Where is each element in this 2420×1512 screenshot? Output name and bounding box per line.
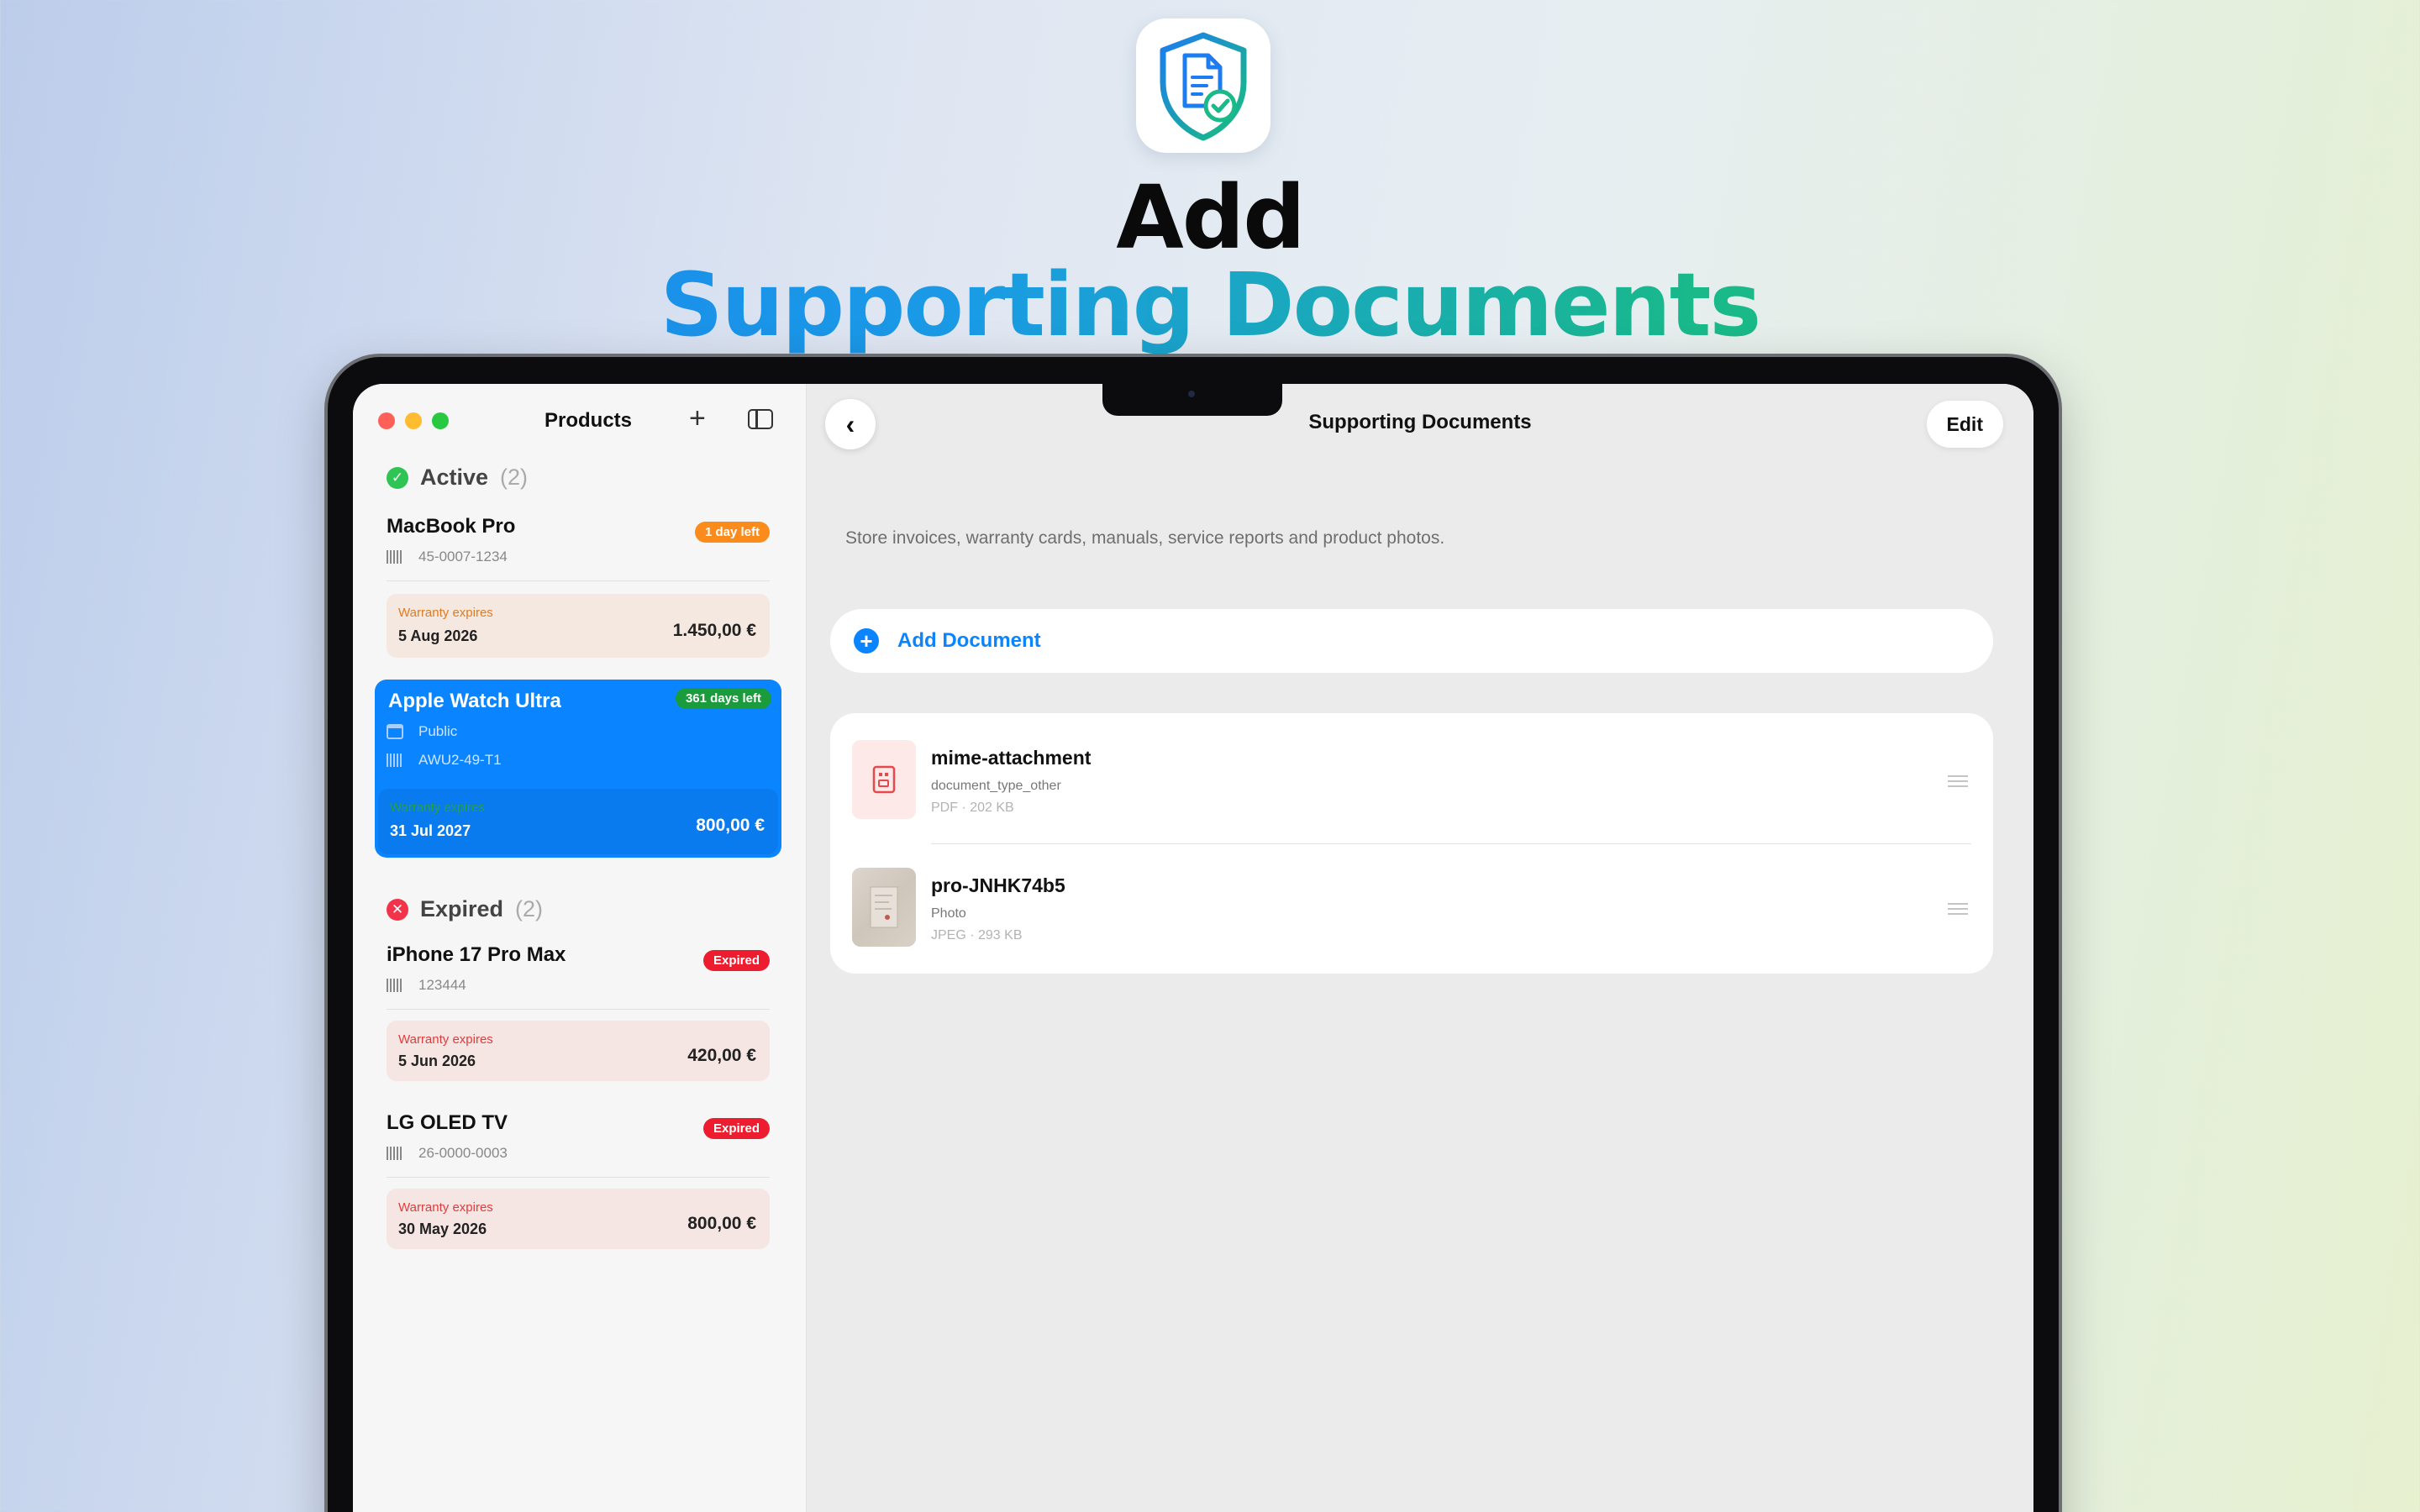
product-code-line: 123444 [387, 977, 466, 994]
camera-icon [1188, 391, 1195, 397]
section-label: Expired [420, 896, 504, 921]
sidebar-title: Products [544, 409, 633, 432]
product-code: 45-0007-1234 [418, 549, 508, 564]
product-price: 1.450,00 € [672, 621, 756, 640]
sidebar-toggle-icon[interactable] [748, 409, 773, 429]
document-list: mime-attachment document_type_other PDF … [830, 713, 1993, 974]
detail-pane: ‹ Supporting Documents Edit Store invoic… [807, 384, 2033, 1512]
document-meta: JPEG · 293 KB [931, 928, 1023, 942]
drag-handle-icon[interactable] [1948, 903, 1968, 915]
sidebar: Products + ✓ Active (2) MacBook Pro 1 da… [353, 384, 807, 1512]
plus-circle-icon: + [854, 628, 879, 654]
product-code-line: 26-0000-0003 [387, 1145, 508, 1162]
divider [387, 1177, 770, 1178]
product-price: 800,00 € [687, 1214, 756, 1233]
product-name: Apple Watch Ultra [388, 690, 561, 712]
document-name: mime-attachment [931, 747, 1092, 769]
document-meta: PDF · 202 KB [931, 801, 1014, 815]
product-code-line: AWU2-49-T1 [387, 752, 502, 769]
product-name: MacBook Pro [387, 515, 516, 538]
status-badge: Expired [702, 950, 770, 971]
add-document-button[interactable]: + Add Document [830, 609, 1993, 673]
product-price: 800,00 € [696, 816, 765, 835]
add-product-button[interactable]: + [689, 402, 706, 435]
product-code: 123444 [418, 977, 466, 993]
drag-handle-icon[interactable] [1948, 775, 1968, 787]
camera-notch [1102, 384, 1282, 416]
warranty-date: 5 Jun 2026 [398, 1053, 476, 1069]
status-badge: Expired [702, 1118, 770, 1139]
window-controls [378, 412, 449, 429]
document-row[interactable]: pro-JNHK74b5 Photo JPEG · 293 KB [852, 846, 1971, 972]
warranty-box: Warranty expires 5 Jun 2026 420,00 € [387, 1021, 770, 1081]
edit-button[interactable]: Edit [1926, 401, 2003, 448]
section-expired: ✕ Expired (2) [387, 896, 543, 922]
zoom-window-button[interactable] [432, 412, 449, 429]
warranty-date: 31 Jul 2027 [390, 822, 471, 839]
x-circle-icon: ✕ [387, 898, 408, 921]
document-type: document_type_other [931, 779, 1061, 793]
section-count: (2) [515, 896, 544, 921]
section-active: ✓ Active (2) [387, 465, 528, 491]
product-visibility: Public [418, 723, 458, 739]
product-card-macbook-pro[interactable]: MacBook Pro 1 day left 45-0007-1234 Warr… [375, 515, 781, 666]
product-price: 420,00 € [687, 1046, 756, 1065]
shield-document-check-icon [1160, 32, 1247, 141]
add-document-label: Add Document [897, 629, 1041, 652]
barcode-icon [387, 1147, 403, 1160]
helper-text: Store invoices, warranty cards, manuals,… [845, 528, 1445, 548]
calendar-icon [387, 724, 403, 739]
product-code: AWU2-49-T1 [418, 752, 502, 768]
divider [387, 580, 770, 581]
close-window-button[interactable] [378, 412, 395, 429]
product-name: LG OLED TV [387, 1111, 508, 1134]
warranty-label: Warranty expires [398, 606, 493, 620]
page-title: Supporting Documents [1308, 411, 1532, 433]
warranty-label: Warranty expires [390, 801, 485, 815]
document-type: Photo [931, 906, 966, 921]
visibility-line: Public [387, 723, 457, 740]
document-name: pro-JNHK74b5 [931, 874, 1065, 896]
photo-thumbnail [852, 868, 916, 947]
laptop-frame: Products + ✓ Active (2) MacBook Pro 1 da… [328, 357, 2059, 1512]
warranty-date: 30 May 2026 [398, 1221, 487, 1237]
status-badge: 1 day left [694, 522, 770, 543]
barcode-icon [387, 753, 403, 767]
pdf-file-icon [852, 740, 916, 819]
warranty-box: Warranty expires 5 Aug 2026 1.450,00 € [387, 594, 770, 658]
hero-subtitle: Supporting Documents [0, 254, 2420, 356]
product-card-iphone-17-pro-max[interactable]: iPhone 17 Pro Max Expired 123444 Warrant… [375, 943, 781, 1095]
barcode-icon [387, 550, 403, 564]
warranty-date: 5 Aug 2026 [398, 627, 478, 644]
section-label: Active [420, 465, 489, 490]
product-code-line: 45-0007-1234 [387, 549, 508, 565]
warranty-label: Warranty expires [398, 1200, 493, 1215]
app-icon [1136, 18, 1270, 153]
product-name: iPhone 17 Pro Max [387, 943, 566, 966]
app-window: Products + ✓ Active (2) MacBook Pro 1 da… [353, 384, 2033, 1512]
divider [387, 1009, 770, 1010]
warranty-label: Warranty expires [398, 1032, 493, 1047]
divider [931, 843, 1971, 844]
minimize-window-button[interactable] [405, 412, 422, 429]
product-card-apple-watch-ultra[interactable]: Apple Watch Ultra 361 days left Public A… [375, 680, 781, 858]
status-badge: 361 days left [675, 688, 771, 709]
product-code: 26-0000-0003 [418, 1145, 508, 1161]
barcode-icon [387, 979, 403, 992]
section-count: (2) [500, 465, 529, 490]
warranty-box: Warranty expires 31 Jul 2027 800,00 € [378, 789, 778, 854]
warranty-box: Warranty expires 30 May 2026 800,00 € [387, 1189, 770, 1249]
product-card-lg-oled-tv[interactable]: LG OLED TV Expired 26-0000-0003 Warranty… [375, 1111, 781, 1263]
checkmark-circle-icon: ✓ [387, 466, 408, 489]
plus-icon: + [689, 402, 706, 434]
document-row[interactable]: mime-attachment document_type_other PDF … [852, 718, 1971, 844]
